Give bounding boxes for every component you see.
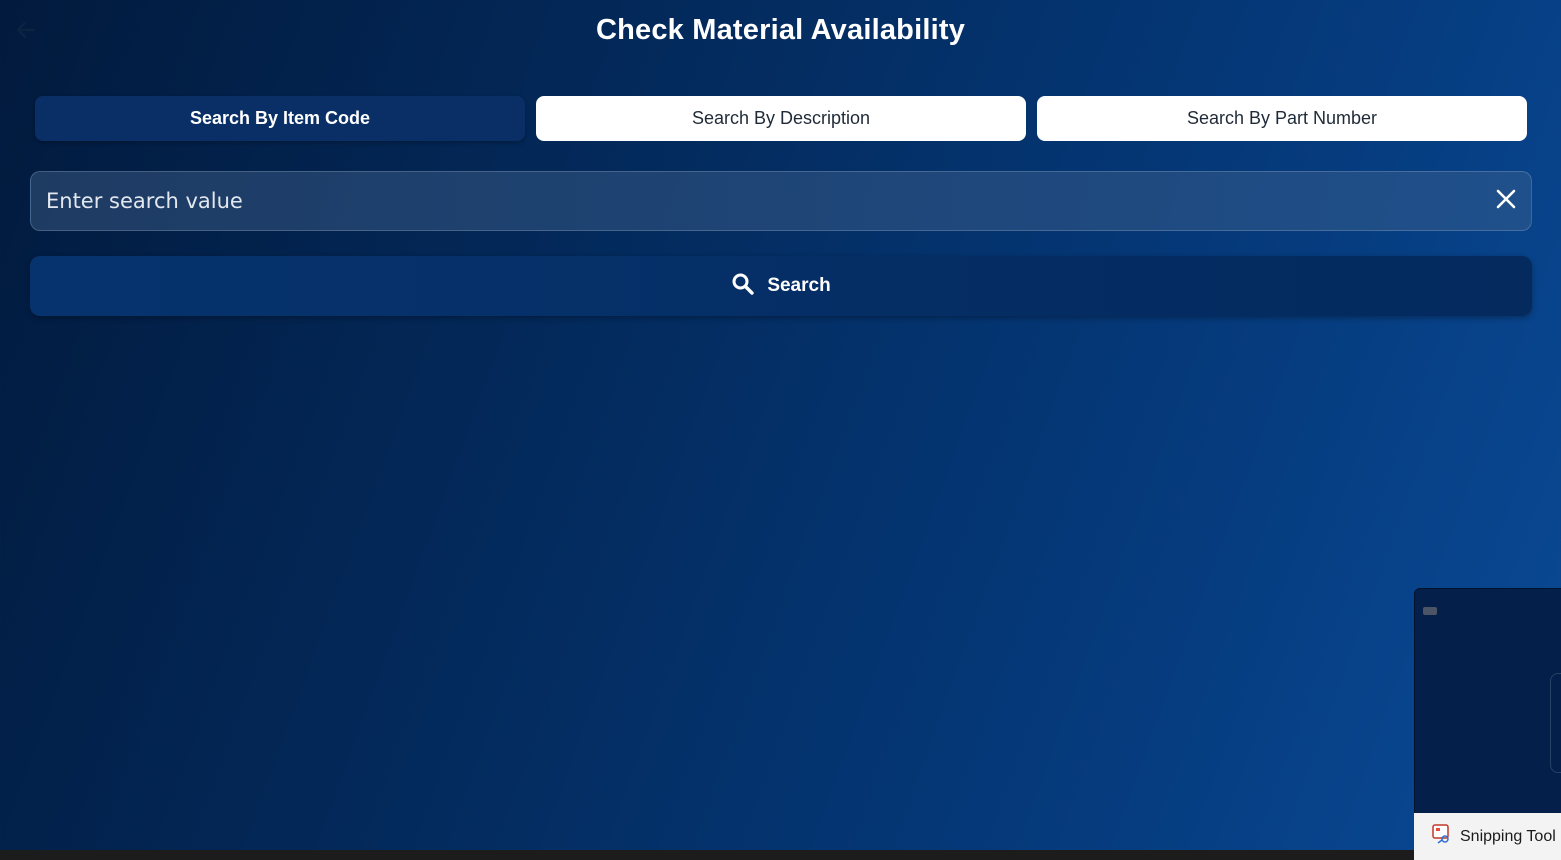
taskbar-snipping-tool-label: Snipping Tool (1460, 827, 1556, 845)
search-button[interactable]: Search (30, 256, 1532, 316)
taskbar-strip (0, 850, 1414, 860)
snipping-tool-icon (1432, 824, 1452, 849)
tab-search-by-item-code[interactable]: Search By Item Code (35, 96, 525, 141)
search-mode-tabs: Search By Item Code Search By Descriptio… (35, 96, 1527, 141)
search-field (30, 171, 1532, 231)
search-icon (731, 272, 755, 301)
close-icon (1495, 188, 1517, 215)
search-input[interactable] (31, 172, 1471, 230)
preview-thumbnail-icon (1423, 607, 1437, 615)
clear-search-button[interactable] (1491, 186, 1521, 216)
tab-search-by-description[interactable]: Search By Description (536, 96, 1026, 141)
taskbar-snipping-tool-button[interactable]: Snipping Tool (1414, 813, 1561, 860)
snipping-tool-preview (1414, 588, 1561, 814)
page-title: Check Material Availability (595, 14, 966, 46)
preview-handle (1550, 673, 1561, 773)
search-button-label: Search (767, 275, 831, 296)
tab-search-by-part-number[interactable]: Search By Part Number (1037, 96, 1527, 141)
